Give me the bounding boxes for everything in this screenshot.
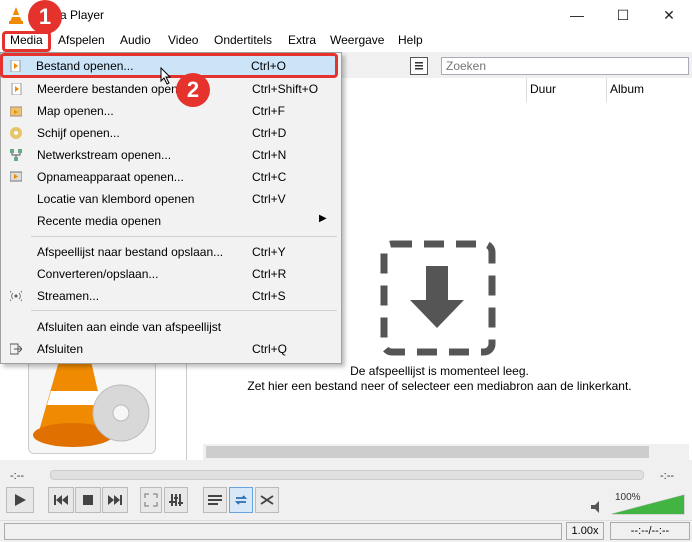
- shuffle-button[interactable]: [255, 487, 279, 513]
- previous-button[interactable]: [48, 487, 74, 513]
- disc-icon: [10, 127, 22, 139]
- search-input[interactable]: [441, 57, 689, 75]
- menu-ondertitels[interactable]: Ondertitels: [214, 33, 272, 47]
- menu-item-locatie-klembord-openen[interactable]: Locatie van klembord openen Ctrl+V: [1, 188, 341, 210]
- menu-help[interactable]: Help: [398, 33, 423, 47]
- loop-button[interactable]: [229, 487, 253, 513]
- menu-item-recente-media-openen[interactable]: Recente media openen ▶: [1, 210, 341, 232]
- menu-item-schijf-openen[interactable]: Schijf openen... Ctrl+D: [1, 122, 341, 144]
- media-menu-highlight-box: [2, 31, 51, 52]
- loop-icon: [234, 495, 248, 505]
- time-display[interactable]: --:--/--:--: [610, 522, 690, 540]
- menu-item-converteren-opslaan[interactable]: Converteren/opslaan... Ctrl+R: [1, 263, 341, 285]
- menu-video[interactable]: Video: [168, 33, 198, 47]
- play-icon: [15, 494, 26, 506]
- playlist-empty-title: De afspeellijst is momenteel leeg.: [350, 364, 529, 378]
- extended-settings-button[interactable]: [164, 487, 188, 513]
- column-album[interactable]: Album: [610, 82, 644, 96]
- stop-icon: [83, 495, 93, 505]
- playback-speed[interactable]: 1.00x: [566, 522, 604, 540]
- speaker-icon[interactable]: [590, 500, 606, 514]
- media-dropdown-menu: Bestand openen... Ctrl+O Meerdere bestan…: [0, 52, 342, 364]
- step-callout-1: 1: [28, 0, 62, 34]
- scrollbar-thumb[interactable]: [206, 446, 649, 458]
- menu-separator: [31, 310, 337, 311]
- fullscreen-button[interactable]: [140, 487, 162, 513]
- menu-item-afspeellijst-opslaan[interactable]: Afspeellijst naar bestand opslaan... Ctr…: [1, 241, 341, 263]
- capture-icon: [10, 171, 22, 182]
- menu-item-afsluiten[interactable]: Afsluiten Ctrl+Q: [1, 338, 341, 360]
- next-icon: [108, 495, 122, 505]
- next-button[interactable]: [102, 487, 128, 513]
- seek-slider[interactable]: [50, 470, 644, 480]
- exit-icon: [10, 343, 22, 355]
- time-elapsed: -:--: [10, 470, 25, 482]
- step-callout-2: 2: [176, 73, 210, 107]
- menu-audio[interactable]: Audio: [120, 33, 151, 47]
- column-separator: [606, 78, 607, 102]
- fullscreen-icon: [144, 493, 158, 507]
- menu-item-streamen[interactable]: Streamen... Ctrl+S: [1, 285, 341, 307]
- time-remaining: -:--: [660, 470, 675, 482]
- vlc-cone-icon: [33, 361, 150, 447]
- volume-slider[interactable]: [612, 493, 688, 515]
- maximize-button[interactable]: ☐: [600, 0, 646, 30]
- playlist-view-icon[interactable]: [410, 57, 428, 75]
- folder-icon: [10, 106, 22, 117]
- submenu-arrow-icon: ▶: [319, 213, 327, 224]
- menu-afspelen[interactable]: Afspelen: [58, 33, 105, 47]
- files-icon: [11, 83, 22, 95]
- network-icon: [10, 149, 22, 161]
- previous-icon: [54, 495, 68, 505]
- drop-target-icon: [380, 240, 496, 356]
- playlist-empty-hint: Zet hier een bestand neer of selecteer e…: [247, 379, 632, 393]
- status-field: [4, 523, 562, 540]
- album-art: [28, 360, 156, 454]
- menu-bar: Media Afspelen Audio Video Ondertitels E…: [0, 30, 692, 52]
- column-separator: [526, 78, 527, 102]
- stream-icon: [10, 290, 22, 302]
- stop-button[interactable]: [75, 487, 101, 513]
- menu-item-opnameapparaat-openen[interactable]: Opnameapparaat openen... Ctrl+C: [1, 166, 341, 188]
- menu-item-netwerkstream-openen[interactable]: Netwerkstream openen... Ctrl+N: [1, 144, 341, 166]
- menu-weergave[interactable]: Weergave: [330, 33, 384, 47]
- menu-separator: [31, 236, 337, 237]
- menu-item-afsluiten-einde-afspeellijst[interactable]: Afsluiten aan einde van afspeellijst: [1, 316, 341, 338]
- play-button[interactable]: [6, 487, 34, 513]
- menu-extra[interactable]: Extra: [288, 33, 316, 47]
- playlist-icon: [208, 495, 222, 505]
- minimize-button[interactable]: —: [554, 0, 600, 30]
- column-duur[interactable]: Duur: [530, 82, 556, 96]
- menu-item-map-openen[interactable]: Map openen... Ctrl+F: [1, 100, 341, 122]
- shuffle-icon: [260, 495, 274, 505]
- equalizer-icon: [169, 494, 183, 506]
- mouse-cursor-icon: [160, 67, 172, 85]
- playlist-toggle-button[interactable]: [203, 487, 227, 513]
- close-button[interactable]: ✕: [646, 0, 692, 30]
- vlc-logo-icon: [9, 7, 23, 24]
